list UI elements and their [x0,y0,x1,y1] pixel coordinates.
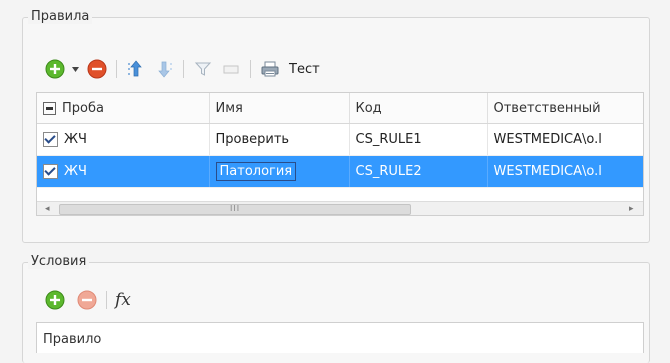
conditions-group-title: Условия [28,254,90,269]
column-header-label: Проба [62,100,104,116]
remove-icon [77,290,97,310]
probe-value: ЖЧ [64,132,87,147]
code-cell[interactable]: CS_RULE1 [349,123,488,156]
conditions-list-header: Правило [43,332,102,347]
horizontal-scrollbar[interactable]: ◂ III ▸ [37,201,643,215]
code-cell[interactable]: CS_RULE2 [349,155,488,188]
column-header-responsible[interactable]: Ответственный [487,93,643,124]
rules-grid[interactable]: Проба Имя Код Ответственный ЖЧ Проверить… [36,92,644,216]
row-checkbox[interactable] [43,164,58,179]
scrollbar-thumb[interactable]: III [59,204,411,215]
column-header-name[interactable]: Имя [209,93,350,124]
scroll-left-icon[interactable]: ◂ [45,204,50,214]
dropdown-arrow-icon [72,66,79,72]
remove-rule-button[interactable] [86,58,108,80]
responsible-cell[interactable]: WESTMEDICA\o.l [487,155,643,188]
toolbar-separator [116,60,117,78]
remove-condition-button[interactable] [76,289,98,311]
add-condition-button[interactable] [44,289,66,311]
clear-filter-button[interactable] [220,58,242,80]
rules-group-title: Правила [28,9,93,24]
column-header-probe[interactable]: Проба [37,93,210,124]
name-cell[interactable]: Проверить [209,123,350,156]
name-cell[interactable]: Патология [209,155,350,188]
select-all-icon[interactable] [43,101,56,115]
rules-table: Проба Имя Код Ответственный ЖЧ Проверить… [37,93,643,188]
rules-toolbar: Тест [44,56,320,82]
rectangle-icon [223,65,239,74]
conditions-toolbar: fx [44,287,131,313]
remove-icon [87,59,107,79]
move-down-icon [158,61,172,78]
test-button[interactable]: Тест [289,62,320,77]
add-icon [45,290,65,310]
conditions-list[interactable]: Правило [36,322,644,353]
function-icon: fx [115,290,131,310]
probe-value: ЖЧ [64,164,87,179]
row-checkbox[interactable] [43,132,58,147]
print-button[interactable] [259,58,281,80]
filter-button[interactable] [192,58,214,80]
scroll-right-icon[interactable]: ▸ [629,204,634,214]
move-down-button[interactable] [153,58,175,80]
move-up-button[interactable] [125,58,147,80]
probe-cell[interactable]: ЖЧ [37,123,210,156]
toolbar-separator [250,60,251,78]
add-rule-button[interactable] [44,58,66,80]
scrollbar-grip: III [230,204,241,213]
toolbar-separator [106,291,107,309]
toolbar-separator [183,60,184,78]
print-icon [261,61,279,77]
column-header-code[interactable]: Код [349,93,488,124]
table-row-selected[interactable]: ЖЧ Патология CS_RULE2 WESTMEDICA\o.l [37,155,643,188]
responsible-cell[interactable]: WESTMEDICA\o.l [487,123,643,156]
probe-cell[interactable]: ЖЧ [37,155,210,188]
function-button[interactable]: fx [115,290,131,310]
add-icon [45,59,65,79]
name-cell-editor[interactable]: Патология [215,162,297,181]
add-dropdown-button[interactable] [72,66,80,72]
rules-table-header: Проба Имя Код Ответственный [37,93,643,124]
move-up-icon [128,60,142,77]
filter-icon [194,62,212,76]
table-row[interactable]: ЖЧ Проверить CS_RULE1 WESTMEDICA\o.l [37,123,643,156]
